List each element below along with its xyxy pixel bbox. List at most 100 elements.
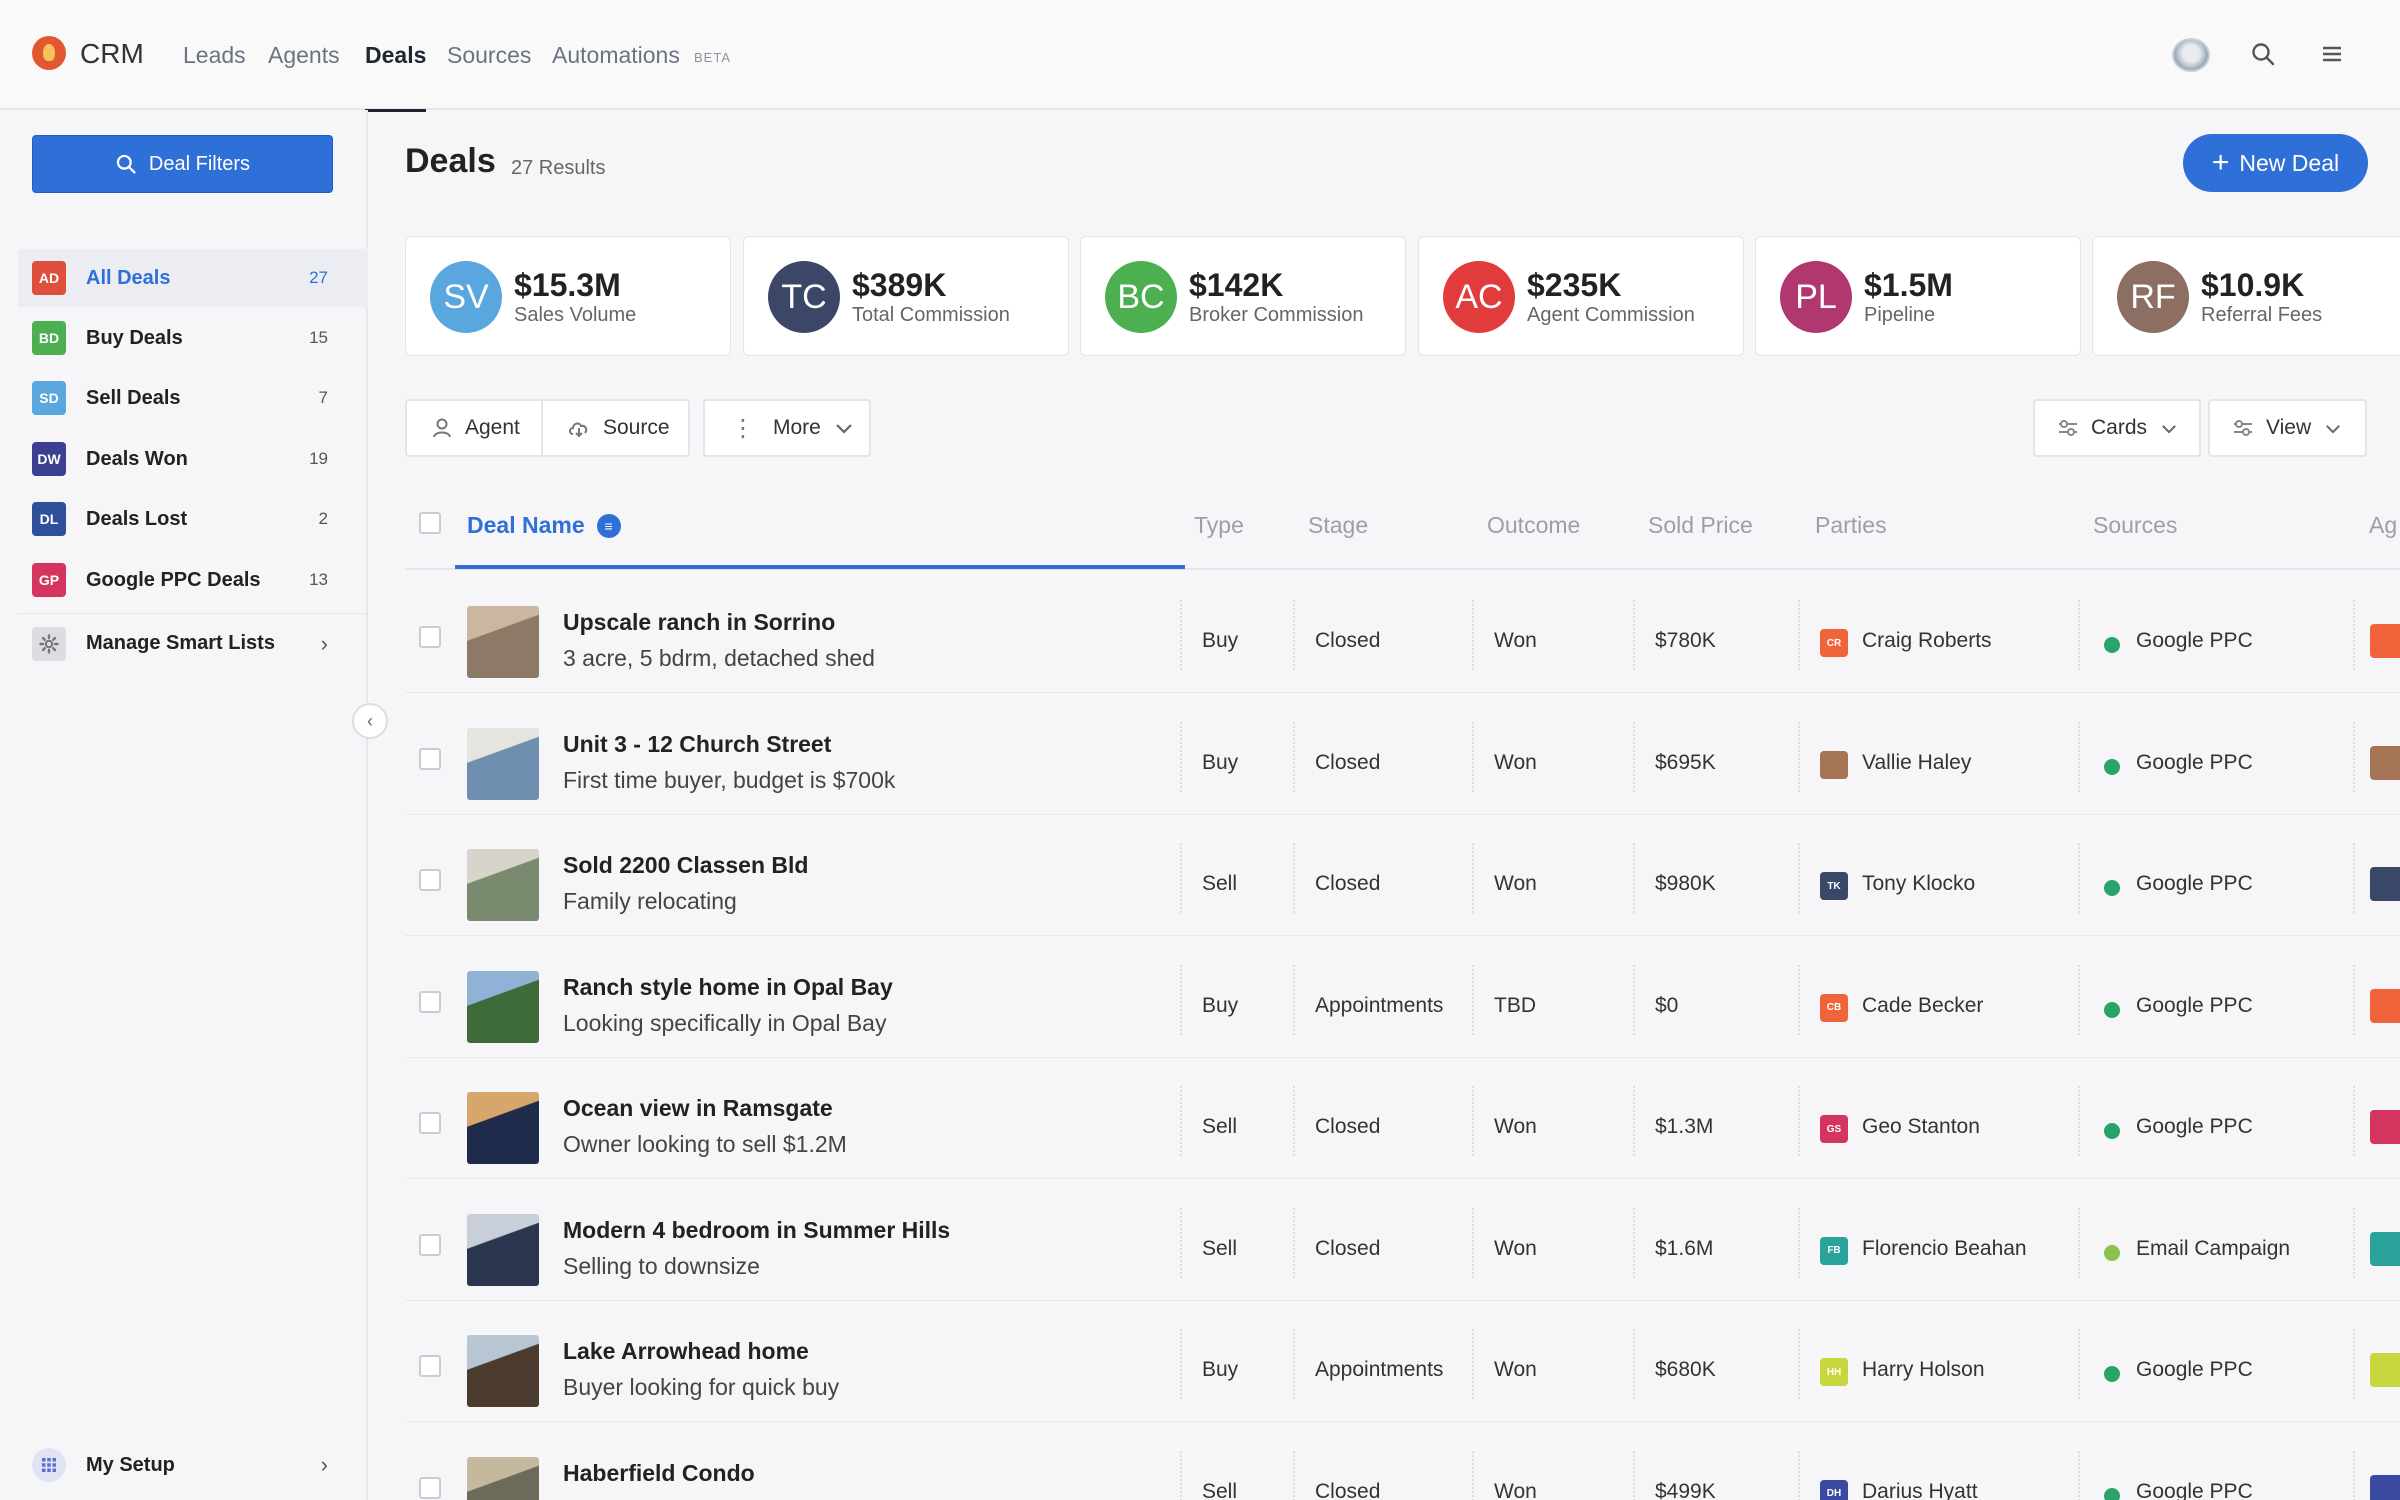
agent-avatar[interactable]: [2370, 1110, 2400, 1144]
table-row[interactable]: Ocean view in Ramsgate Owner looking to s…: [405, 1058, 2400, 1179]
deal-stage[interactable]: Closed: [1315, 872, 1380, 896]
smart-list-google-ppc-deals[interactable]: GP Google PPC Deals 13: [18, 551, 368, 609]
stat-card-pipeline[interactable]: PL $1.5M Pipeline: [1755, 236, 2081, 356]
search-icon[interactable]: [2245, 36, 2281, 72]
smart-list-sell-deals[interactable]: SD Sell Deals 7: [18, 369, 368, 427]
deal-name[interactable]: Lake Arrowhead home: [563, 1338, 809, 1365]
column-divider: [1472, 600, 1474, 670]
flame-logo-icon[interactable]: [32, 36, 66, 70]
deal-stage[interactable]: Closed: [1315, 629, 1380, 653]
row-checkbox[interactable]: [419, 1112, 441, 1134]
deal-stage[interactable]: Appointments: [1315, 1358, 1443, 1382]
select-all-checkbox[interactable]: [419, 512, 441, 534]
row-checkbox[interactable]: [419, 990, 441, 1013]
agent-avatar[interactable]: [2370, 1474, 2400, 1500]
column-header-deal-name[interactable]: Deal Name ≡: [467, 512, 621, 539]
sold-price: $780K: [1655, 629, 1716, 652]
agent-avatar[interactable]: [2370, 1231, 2400, 1266]
agent-avatar[interactable]: [2370, 745, 2400, 780]
deal-name[interactable]: Haberfield Condo: [563, 1460, 755, 1487]
nav-tab-leads[interactable]: Leads: [183, 0, 246, 110]
agent-avatar[interactable]: [2370, 988, 2400, 1023]
deal-stage[interactable]: Closed: [1315, 1480, 1380, 1500]
party-name[interactable]: Vallie Haley: [1862, 751, 1971, 775]
stat-card-total-commission[interactable]: TC $389K Total Commission: [743, 236, 1069, 356]
deal-stage[interactable]: Closed: [1315, 1115, 1380, 1139]
deal-description: Buyer looking for quick buy: [563, 1374, 840, 1400]
row-checkbox[interactable]: [419, 747, 441, 770]
deal-stage[interactable]: Appointments: [1315, 994, 1443, 1018]
my-setup[interactable]: My Setup ›: [18, 1435, 368, 1495]
stat-card-broker-commission[interactable]: BC $142K Broker Commission: [1080, 236, 1406, 356]
source-filter-button[interactable]: Source: [541, 399, 690, 457]
nav-tab-agents[interactable]: Agents: [268, 0, 340, 110]
nav-tab-sources[interactable]: Sources: [447, 0, 531, 110]
smart-list-deals-lost[interactable]: DL Deals Lost 2: [18, 490, 368, 548]
party-name[interactable]: Harry Holson: [1862, 1358, 1985, 1382]
deal-name[interactable]: Modern 4 bedroom in Summer Hills: [563, 1217, 950, 1244]
row-checkbox[interactable]: [419, 626, 441, 648]
nav-tab-automations[interactable]: Automations: [552, 0, 680, 110]
agent-avatar[interactable]: [2370, 624, 2400, 658]
results-count: 27 Results: [511, 157, 606, 179]
party-name[interactable]: Darius Hyatt: [1862, 1480, 1978, 1500]
row-checkbox[interactable]: [419, 869, 441, 891]
brand-name[interactable]: CRM: [80, 38, 144, 70]
smart-list-buy-deals[interactable]: BD Buy Deals 15: [18, 309, 368, 367]
deal-name[interactable]: Upscale ranch in Sorrino: [563, 609, 835, 636]
column-header-parties[interactable]: Parties: [1815, 512, 1887, 539]
source-name: Google PPC: [2136, 750, 2253, 774]
new-deal-button[interactable]: + New Deal: [2183, 134, 2368, 192]
column-header-stage[interactable]: Stage: [1308, 512, 1368, 539]
agent-avatar[interactable]: [2370, 1353, 2400, 1387]
party-name[interactable]: Craig Roberts: [1862, 629, 1992, 653]
nav-tab-deals[interactable]: Deals: [365, 0, 427, 112]
deal-name[interactable]: Sold 2200 Classen Bld: [563, 852, 808, 879]
source-name: Google PPC: [2136, 1479, 2253, 1500]
table-row[interactable]: Lake Arrowhead home Buyer looking for qui…: [405, 1301, 2400, 1422]
deal-stage[interactable]: Closed: [1315, 1237, 1380, 1261]
smart-list-all-deals[interactable]: AD All Deals 27: [18, 249, 368, 307]
deal-name[interactable]: Ocean view in Ramsgate: [563, 1095, 833, 1122]
column-header-agent[interactable]: Ag: [2369, 512, 2397, 539]
chevron-right-icon: ›: [320, 1452, 328, 1477]
table-row[interactable]: Modern 4 bedroom in Summer Hills Selling …: [405, 1180, 2400, 1301]
party-name[interactable]: Florencio Beahan: [1862, 1237, 2027, 1261]
agent-avatar[interactable]: [2370, 867, 2400, 901]
user-avatar[interactable]: [2172, 38, 2210, 72]
view-options-button[interactable]: View: [2208, 399, 2367, 457]
column-header-type[interactable]: Type: [1194, 512, 1244, 539]
chevron-down-icon: [836, 424, 852, 434]
deal-name[interactable]: Unit 3 - 12 Church Street: [563, 731, 831, 758]
column-header-outcome[interactable]: Outcome: [1487, 512, 1580, 539]
column-header-sold-price[interactable]: Sold Price: [1648, 512, 1753, 539]
row-checkbox[interactable]: [419, 1476, 441, 1499]
table-row[interactable]: Haberfield Condo Sell Closed Won $499K DH Dari…: [405, 1423, 2400, 1500]
party-name[interactable]: Tony Klocko: [1862, 872, 1975, 896]
hamburger-menu-icon[interactable]: [2314, 36, 2350, 72]
stat-card-referral-fees[interactable]: RF $10.9K Referral Fees: [2092, 236, 2400, 356]
row-checkbox[interactable]: [419, 1355, 441, 1377]
smart-list-deals-won[interactable]: DW Deals Won 19: [18, 430, 368, 488]
agent-filter-button[interactable]: Agent: [405, 399, 543, 457]
party-avatar: FB: [1820, 1236, 1848, 1265]
table-row[interactable]: Unit 3 - 12 Church Street First time buye…: [405, 694, 2400, 815]
table-row[interactable]: Ranch style home in Opal Bay Looking spec…: [405, 937, 2400, 1058]
party-name[interactable]: Cade Becker: [1862, 994, 1983, 1018]
party-name[interactable]: Geo Stanton: [1862, 1115, 1980, 1139]
row-checkbox[interactable]: [419, 1233, 441, 1256]
deal-filters-label: Deal Filters: [148, 152, 251, 175]
deal-filters-button[interactable]: Deal Filters: [32, 135, 333, 193]
table-row[interactable]: Sold 2200 Classen Bld Family relocating Se…: [405, 815, 2400, 936]
collapse-sidebar-button[interactable]: ‹: [352, 703, 388, 739]
deal-stage[interactable]: Closed: [1315, 751, 1380, 775]
more-filter-button[interactable]: ⋮ More: [703, 399, 871, 457]
cards-view-button[interactable]: Cards: [2033, 399, 2201, 457]
stat-card-agent-commission[interactable]: AC $235K Agent Commission: [1418, 236, 1744, 356]
deal-name[interactable]: Ranch style home in Opal Bay: [563, 974, 893, 1001]
stat-card-sales-volume[interactable]: SV $15.3M Sales Volume: [405, 236, 731, 356]
column-header-sources[interactable]: Sources: [2093, 512, 2177, 539]
manage-smart-lists[interactable]: Manage Smart Lists ›: [18, 613, 368, 673]
table-row[interactable]: Upscale ranch in Sorrino 3 acre, 5 bdrm, …: [405, 572, 2400, 693]
sort-filter-icon[interactable]: ≡: [596, 514, 621, 538]
